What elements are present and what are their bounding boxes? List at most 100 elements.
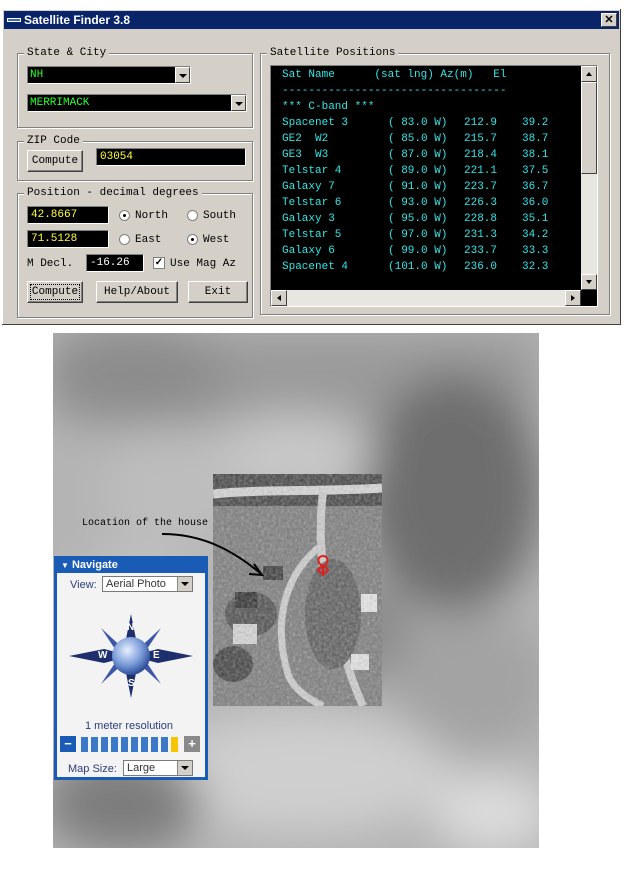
- sat-lng: ( 99.0 W): [388, 245, 448, 257]
- zoom-step[interactable]: [121, 737, 128, 752]
- sat-az: 228.8: [464, 213, 498, 225]
- sat-name: Telstar 5: [282, 229, 342, 241]
- zoom-slider[interactable]: [81, 737, 181, 752]
- close-button[interactable]: ✕: [601, 13, 617, 27]
- sat-lng: ( 83.0 W): [388, 117, 448, 129]
- resolution-label: 1 meter resolution: [85, 720, 174, 732]
- sat-lng: ( 95.0 W): [388, 213, 448, 225]
- location-marker-icon: [316, 554, 330, 576]
- sat-name: Telstar 6: [282, 197, 342, 209]
- compass-s-label[interactable]: S: [128, 677, 135, 690]
- sat-el: 33.3: [522, 245, 549, 257]
- state-select[interactable]: NH: [27, 66, 191, 84]
- sat-el: 32.3: [522, 261, 549, 273]
- satellite-dish-icon: [7, 18, 21, 22]
- satellite-listing[interactable]: Sat Name (sat lng) Az(m) El ------------…: [270, 65, 598, 307]
- zip-compute-button[interactable]: Compute: [27, 150, 83, 172]
- exit-button[interactable]: Exit: [188, 281, 248, 303]
- sat-lng: ( 89.0 W): [388, 165, 448, 177]
- navigate-panel: ▼ Navigate View: Aerial Photo N S E W 1 …: [54, 556, 208, 780]
- map-size-value: Large: [127, 762, 156, 774]
- zip-label: ZIP Code: [24, 134, 83, 148]
- zip-field[interactable]: 03054: [96, 148, 246, 166]
- horizontal-scrollbar[interactable]: [271, 290, 581, 306]
- sat-lng: ( 93.0 W): [388, 197, 448, 209]
- navigate-title: Navigate: [71, 559, 118, 571]
- chevron-down-icon[interactable]: [177, 761, 192, 775]
- navigate-header[interactable]: ▼ Navigate: [57, 559, 205, 573]
- sat-name: Galaxy 7: [282, 181, 335, 193]
- longitude-field[interactable]: 71.5128: [27, 230, 109, 248]
- zoom-step[interactable]: [91, 737, 98, 752]
- view-select[interactable]: Aerial Photo: [102, 576, 193, 592]
- sat-lng: ( 85.0 W): [388, 133, 448, 145]
- zoom-step[interactable]: [171, 737, 178, 752]
- scroll-left-button[interactable]: [271, 290, 287, 306]
- listing-divider: ----------------------------------: [282, 85, 507, 97]
- arrow-up-icon: [586, 72, 592, 76]
- zoom-step[interactable]: [151, 737, 158, 752]
- title-bar[interactable]: Satellite Finder 3.8 ✕: [4, 11, 619, 29]
- compass-e-label[interactable]: E: [153, 649, 160, 662]
- zoom-out-button[interactable]: −: [60, 736, 76, 752]
- aerial-photo[interactable]: [213, 474, 382, 706]
- vertical-scrollbar[interactable]: [581, 66, 597, 290]
- position-label: Position - decimal degrees: [24, 186, 202, 200]
- compute-button[interactable]: Compute: [27, 281, 83, 303]
- zoom-step[interactable]: [81, 737, 88, 752]
- sat-el: 38.1: [522, 149, 549, 161]
- sat-el: 37.5: [522, 165, 549, 177]
- sat-az: 226.3: [464, 197, 498, 209]
- north-radio[interactable]: [119, 210, 130, 221]
- sat-az: 233.7: [464, 245, 498, 257]
- use-mag-label: Use Mag Az: [170, 258, 237, 270]
- collapse-triangle-icon[interactable]: ▼: [61, 561, 69, 570]
- satellite-finder-window: Satellite Finder 3.8 ✕ State & City NH M…: [1, 8, 622, 326]
- sat-az: 215.7: [464, 133, 498, 145]
- sat-lng: ( 91.0 W): [388, 181, 448, 193]
- zoom-step[interactable]: [101, 737, 108, 752]
- sat-name: Spacenet 4: [282, 261, 349, 273]
- south-radio[interactable]: [187, 210, 198, 221]
- mdecl-label: M Decl.: [27, 258, 74, 270]
- chevron-down-icon[interactable]: [231, 95, 246, 111]
- sat-el: 38.7: [522, 133, 549, 145]
- satellite-positions-label: Satellite Positions: [267, 46, 399, 60]
- compass-w-label[interactable]: W: [98, 649, 107, 662]
- zoom-step[interactable]: [131, 737, 138, 752]
- east-radio[interactable]: [119, 234, 130, 245]
- scroll-right-button[interactable]: [565, 290, 581, 306]
- listing-header: Sat Name (sat lng) Az(m) El: [282, 69, 507, 81]
- sat-az: 231.3: [464, 229, 498, 241]
- sat-el: 36.0: [522, 197, 549, 209]
- use-mag-checkbox[interactable]: ✓: [153, 257, 165, 269]
- sat-el: 36.7: [522, 181, 549, 193]
- sat-el: 35.1: [522, 213, 549, 225]
- arrow-left-icon: [277, 295, 281, 301]
- city-value: MERRIMACK: [30, 97, 90, 109]
- north-label: North: [135, 210, 169, 222]
- mdecl-field[interactable]: -16.26: [86, 254, 144, 272]
- zoom-step[interactable]: [141, 737, 148, 752]
- scroll-up-button[interactable]: [581, 66, 597, 82]
- zoom-in-button[interactable]: +: [184, 736, 200, 752]
- view-label: View:: [70, 579, 97, 591]
- map-size-select[interactable]: Large: [123, 760, 193, 776]
- compass-n-label[interactable]: N: [127, 621, 134, 634]
- latitude-field[interactable]: 42.8667: [27, 206, 109, 224]
- city-select[interactable]: MERRIMACK: [27, 94, 247, 112]
- arrow-right-icon: [571, 295, 575, 301]
- arrow-down-icon: [586, 280, 592, 284]
- zoom-step[interactable]: [161, 737, 168, 752]
- west-radio[interactable]: [187, 234, 198, 245]
- help-about-button[interactable]: Help/About: [96, 281, 178, 303]
- scroll-down-button[interactable]: [581, 274, 597, 290]
- zoom-step[interactable]: [111, 737, 118, 752]
- chevron-down-icon[interactable]: [175, 67, 190, 83]
- state-city-label: State & City: [24, 46, 110, 60]
- chevron-down-icon[interactable]: [177, 577, 192, 591]
- sat-name: Spacenet 3: [282, 117, 349, 129]
- sat-lng: ( 97.0 W): [388, 229, 448, 241]
- scroll-thumb[interactable]: [581, 82, 597, 174]
- sat-name: Telstar 4: [282, 165, 342, 177]
